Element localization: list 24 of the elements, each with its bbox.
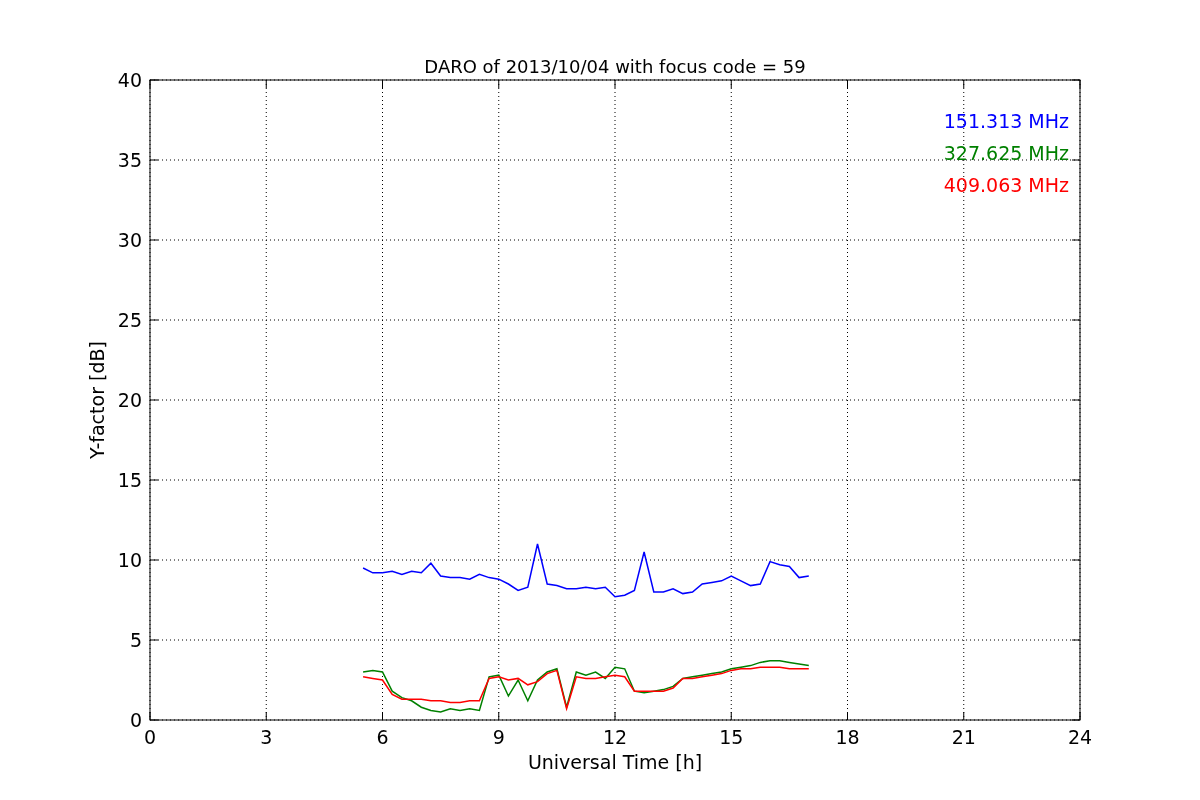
tick-label: 25 — [117, 309, 142, 331]
tick-label: 30 — [117, 229, 142, 251]
tick-label: 9 — [492, 726, 505, 748]
tick-label: 0 — [143, 726, 157, 748]
legend-label: 409.063 MHz — [943, 174, 1069, 196]
tick-label: 5 — [129, 629, 142, 651]
axis-label: Universal Time [h] — [527, 751, 703, 773]
tick-label: 3 — [260, 726, 273, 748]
tick-label: 40 — [117, 69, 142, 91]
tick-label: 20 — [117, 389, 142, 411]
tick-label: 0 — [129, 709, 142, 731]
tick-label: 21 — [951, 726, 976, 748]
legend-label: 151.313 MHz — [943, 110, 1069, 132]
legend-label: 327.625 MHz — [943, 142, 1069, 164]
axis-label: Y-factor [dB] — [86, 341, 108, 459]
tick-label: 10 — [117, 549, 142, 571]
tick-label: 6 — [376, 726, 389, 748]
tick-label: 18 — [835, 726, 860, 748]
chart-title: DARO of 2013/10/04 with focus code = 59 — [424, 56, 806, 77]
tick-label: 15 — [719, 726, 744, 748]
tick-label: 24 — [1067, 726, 1093, 748]
tick-label: 12 — [602, 726, 628, 748]
tick-label: 15 — [117, 469, 142, 491]
tick-label: 35 — [117, 149, 142, 171]
